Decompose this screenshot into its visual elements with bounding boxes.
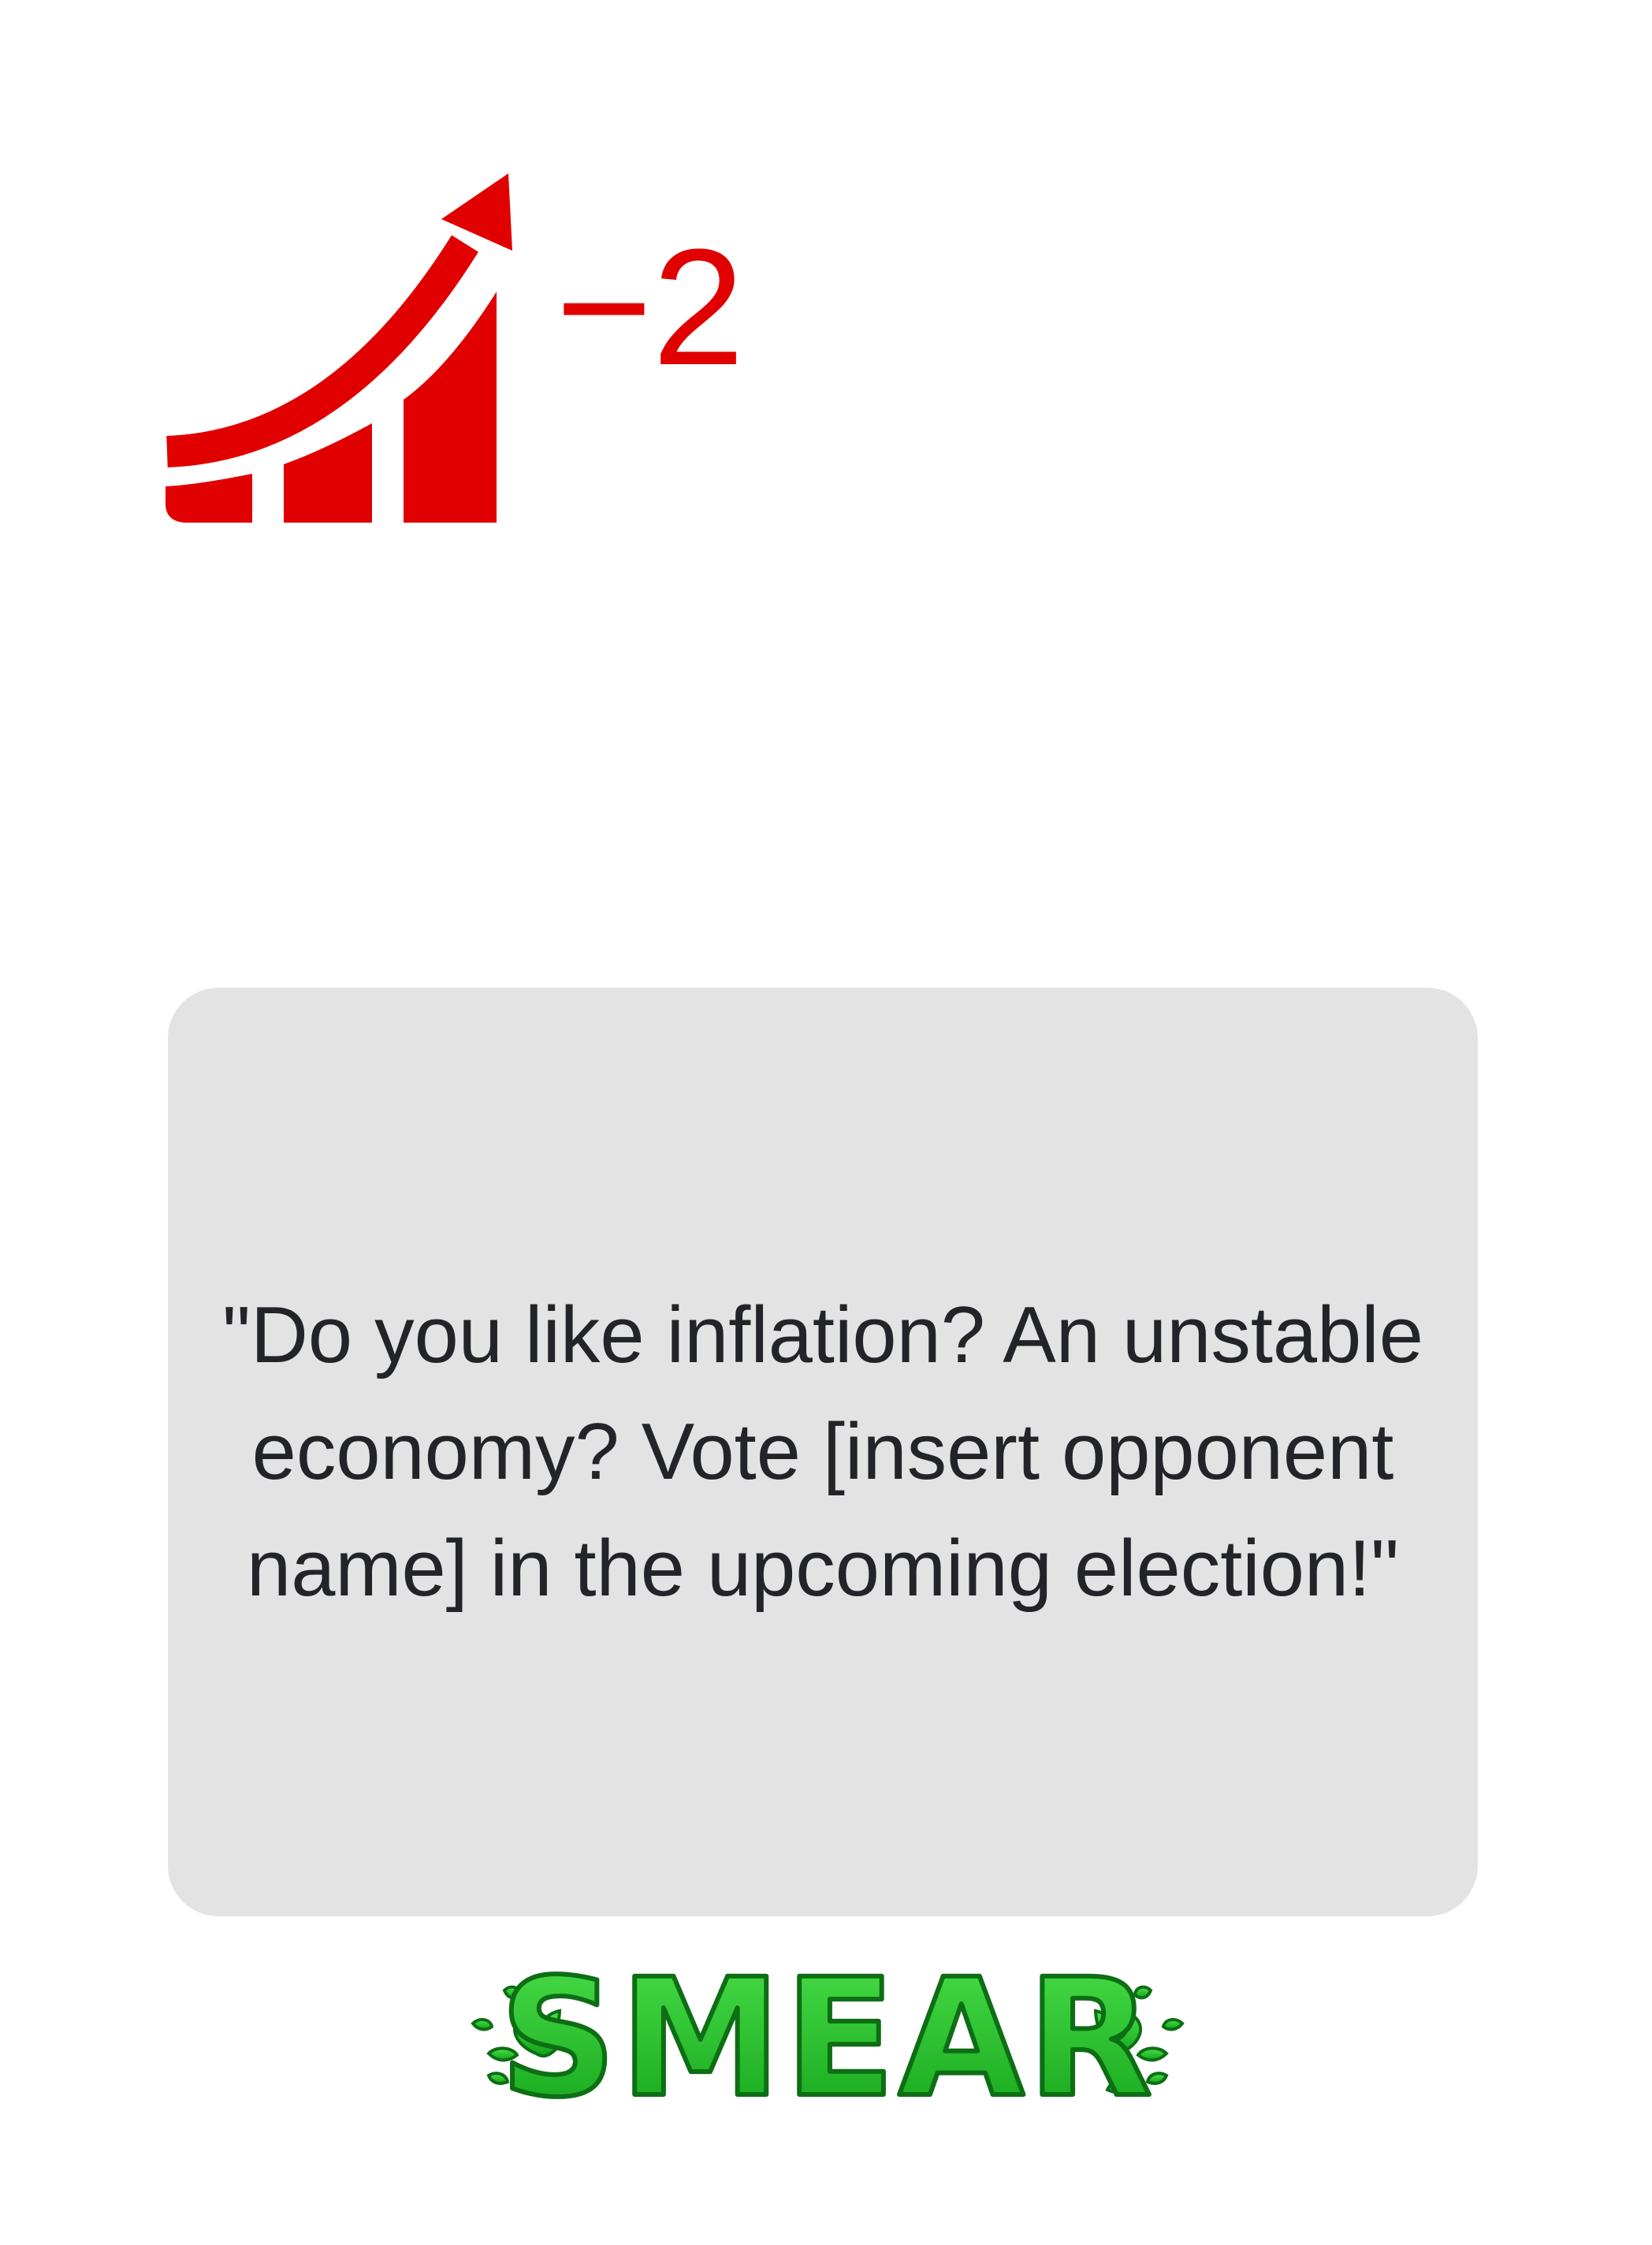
brand-logo-text: SMEAR <box>500 1944 1155 2124</box>
quote-box: "Do you like inflation? An unstable econ… <box>168 988 1478 1916</box>
rising-chart-arrow-icon <box>166 173 512 523</box>
smear-logo: SMEAR <box>471 1942 1185 2124</box>
quote-text: "Do you like inflation? An unstable econ… <box>222 1291 1423 1613</box>
game-card: −2 "Do you like inflation? An unstable e… <box>0 0 1652 2245</box>
stat-value: −2 <box>556 214 745 400</box>
